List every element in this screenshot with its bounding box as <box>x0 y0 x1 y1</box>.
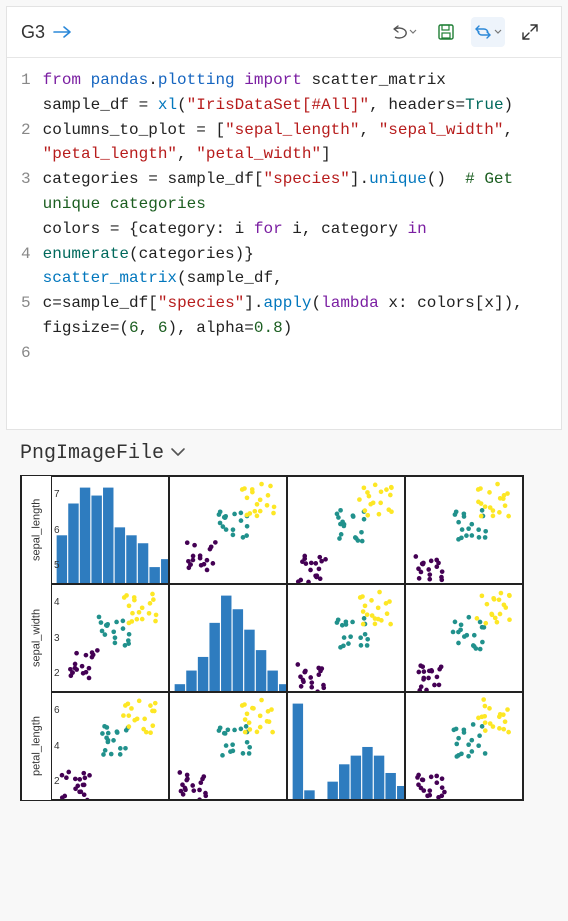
plot-cell: 642 <box>51 692 169 800</box>
plot-cell <box>405 584 523 692</box>
plot-cell <box>287 476 405 584</box>
scatter-matrix-plot: sepal_length 765 sepal_width 432 petal_l… <box>20 475 524 801</box>
code-content[interactable]: from pandas.plotting import scatter_matr… <box>43 68 561 415</box>
output-type-label[interactable]: PngImageFile <box>20 442 554 465</box>
plot-cell: 432 <box>51 584 169 692</box>
y-axis-label: sepal_length <box>21 476 51 584</box>
plot-cell-hist-sepal-length: 765 <box>51 476 169 584</box>
line-gutter: 1 2 3 4 5 6 <box>7 68 43 415</box>
undo-button[interactable] <box>387 17 421 47</box>
plot-cell <box>169 692 287 800</box>
plot-cell <box>169 476 287 584</box>
plot-cell <box>405 692 523 800</box>
plot-cell <box>405 476 523 584</box>
cell-reference: G3 <box>21 22 45 43</box>
plot-cell-hist-sepal-width <box>169 584 287 692</box>
expand-button[interactable] <box>513 17 547 47</box>
formula-editor-panel: G3 1 2 3 4 5 6 from pandas.plotting imp <box>6 6 562 430</box>
goto-arrow-icon[interactable] <box>53 24 73 40</box>
plot-cell <box>287 584 405 692</box>
y-axis-label: sepal_width <box>21 584 51 692</box>
chevron-down-icon <box>170 442 186 465</box>
plot-cell-hist-petal-length <box>287 692 405 800</box>
save-button[interactable] <box>429 17 463 47</box>
y-axis-label: petal_length <box>21 692 51 800</box>
refresh-button[interactable] <box>471 17 505 47</box>
output-area: PngImageFile sepal_length 765 sepal_widt… <box>0 436 568 811</box>
toolbar: G3 <box>7 7 561 58</box>
code-editor[interactable]: 1 2 3 4 5 6 from pandas.plotting import … <box>7 58 561 429</box>
